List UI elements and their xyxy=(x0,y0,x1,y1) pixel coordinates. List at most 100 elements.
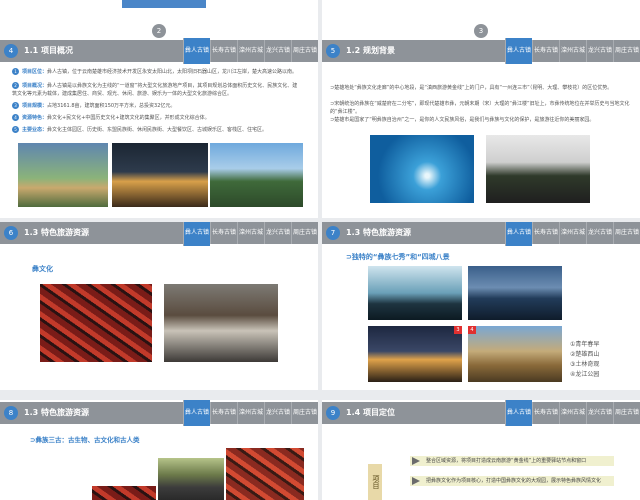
slide-title: 1.3 特色旅游资源 xyxy=(24,408,89,417)
tab-luanzhou[interactable]: 滦州古城 xyxy=(237,40,264,62)
slide-planning-background[interactable]: 3 5 1.2 规划背景 彝人古镇 长寿古镇 滦州古城 龙兴古镇 周庄古镇 ⊃楚… xyxy=(322,0,640,218)
tab-changshou[interactable]: 长寿古镇 xyxy=(210,222,237,244)
weaving-photo xyxy=(40,284,152,362)
slide-project-overview[interactable]: 2 4 1.1 项目概况 彝人古镇 长寿古镇 滦州古城 龙兴古镇 周庄古镇 1项… xyxy=(0,0,318,218)
section-badge: 7 xyxy=(326,226,340,240)
town-photo-night xyxy=(112,143,208,207)
tab-yiren[interactable]: 彝人古镇 xyxy=(183,400,210,426)
item-number: 5 xyxy=(12,126,19,133)
item-label: 项目区位： xyxy=(22,69,48,75)
tab-zhouzhuang[interactable]: 周庄古镇 xyxy=(291,222,318,244)
tab-zhouzhuang[interactable]: 周庄古镇 xyxy=(613,402,640,424)
slide-header: 4 1.1 项目概况 彝人古镇 长寿古镇 滦州古城 龙兴古镇 周庄古镇 xyxy=(0,38,318,64)
tab-changshou[interactable]: 长寿古镇 xyxy=(210,40,237,62)
tab-longxing[interactable]: 龙兴古镇 xyxy=(264,40,291,62)
gorilla-photo xyxy=(158,458,224,500)
overview-item: 4 资源特色：彝文化+民文化+中国历史文化+建筑文化的集聚区，并形成文化综合体。 xyxy=(12,114,302,122)
slide-header: 5 1.2 规划背景 彝人古镇 长寿古镇 滦州古城 龙兴古镇 周庄古镇 xyxy=(322,38,640,64)
tab-longxing[interactable]: 龙兴古镇 xyxy=(586,402,613,424)
item-text: 彝文化+民文化+中国历史文化+建筑文化的集聚区，并形成文化综合体。 xyxy=(47,115,210,121)
tab-zhouzhuang[interactable]: 周庄古镇 xyxy=(613,40,640,62)
positioning-row-text: 整合区域资源，将项目打造成云南旅游“黄金线”上的重要驿站节点和窗口 xyxy=(426,458,587,464)
slide-resources-seven-wonders[interactable]: 7 1.3 特色旅游资源 彝人古镇 长寿古镇 滦州古城 龙兴古镇 周庄古镇 ⊃独… xyxy=(322,222,640,390)
tab-zhouzhuang[interactable]: 周庄古镇 xyxy=(291,402,318,424)
item-number: 4 xyxy=(12,114,19,121)
prev-slide-strip xyxy=(122,0,206,8)
scenic-photo-4 xyxy=(468,326,562,382)
scenic-photo-1 xyxy=(368,266,462,320)
textile-photo xyxy=(92,486,156,500)
scenic-list-item: ①青年春早 xyxy=(570,341,600,348)
positioning-row-text: 把彝族文化作为项目核心，打造中国彝族文化的大观园，展示特色彝族风情文化 xyxy=(426,478,602,484)
background-paragraph: ⊃楚雄市是国家了“明彝族自治州”之一，是你的人文民族风俗，是我们与彝族与文化的保… xyxy=(330,117,595,123)
slide-title: 1.4 项目定位 xyxy=(346,408,395,417)
scenic-list: ①青年春早 ②楚雄西山 ③土林奇观 ④龙江公园 xyxy=(570,340,636,380)
section-subtitle: ⊃彝族三古：古生物、古文化和古人类 xyxy=(30,436,140,444)
positioning-row: 整合区域资源，将项目打造成云南旅游“黄金线”上的重要驿站节点和窗口 xyxy=(410,456,614,466)
speedboat-photo xyxy=(370,135,474,203)
background-paragraph: ⊃楚雄地处“彝族文化走廊”的中心地段，是“滇西旅游黄金线”上的门户，具有“一州连… xyxy=(330,85,613,91)
town-photo-day xyxy=(18,143,108,207)
overview-item: 5 主要业态：彝文化主体园区、历史街、东盟民族街、休闲民族街、大型餐饮区、古城娱乐… xyxy=(12,126,302,134)
tab-yiren[interactable]: 彝人古镇 xyxy=(505,400,532,426)
town-tabs: 彝人古镇 长寿古镇 滦州古城 龙兴古镇 周庄古镇 xyxy=(183,222,318,246)
item-label: 项目概况： xyxy=(22,83,48,89)
page-number: 3 xyxy=(474,24,488,38)
section-badge: 6 xyxy=(4,226,18,240)
item-number: 1 xyxy=(12,68,19,75)
section-badge: 8 xyxy=(4,406,18,420)
item-label: 项目规模： xyxy=(22,103,48,109)
tab-yiren[interactable]: 彝人古镇 xyxy=(505,222,532,246)
background-paragraph: ⊃宋朝统治的彝族在“威楚府在二分宅”，即现代楚雄市彝，元朝末期（宋）大理的“彝江… xyxy=(330,101,630,115)
photo-marker-3: 3 xyxy=(454,326,462,334)
scenic-photo-2 xyxy=(468,266,562,320)
section-subtitle: 彝文化 xyxy=(32,265,53,273)
slide-title: 1.1 项目概况 xyxy=(24,46,73,55)
tab-changshou[interactable]: 长寿古镇 xyxy=(532,222,559,244)
slide-project-positioning[interactable]: 9 1.4 项目定位 彝人古镇 长寿古镇 滦州古城 龙兴古镇 周庄古镇 项目 整… xyxy=(322,400,640,500)
tab-zhouzhuang[interactable]: 周庄古镇 xyxy=(613,222,640,244)
tab-luanzhou[interactable]: 滦州古城 xyxy=(559,40,586,62)
slide-header: 8 1.3 特色旅游资源 彝人古镇 长寿古镇 滦州古城 龙兴古镇 周庄古镇 xyxy=(0,400,318,426)
rooftop-photo xyxy=(486,135,590,203)
tab-longxing[interactable]: 龙兴古镇 xyxy=(264,402,291,424)
chevron-right-icon xyxy=(412,457,420,465)
loom-photo xyxy=(164,284,278,362)
tab-changshou[interactable]: 长寿古镇 xyxy=(210,402,237,424)
slide-resources-three-ancients[interactable]: 8 1.3 特色旅游资源 彝人古镇 长寿古镇 滦州古城 龙兴古镇 周庄古镇 ⊃彝… xyxy=(0,400,318,500)
scenic-list-item: ③土林奇观 xyxy=(570,361,600,368)
overview-item: 2 项目概况：彝人古镇是以彝族文化为主线的“一道窗”将大型文化旅游地产项目，其项目… xyxy=(12,82,302,98)
slide-resources-yi-culture[interactable]: 6 1.3 特色旅游资源 彝人古镇 长寿古镇 滦州古城 龙兴古镇 周庄古镇 彝文… xyxy=(0,222,318,390)
tab-changshou[interactable]: 长寿古镇 xyxy=(532,402,559,424)
section-badge: 5 xyxy=(326,44,340,58)
item-number: 3 xyxy=(12,102,19,109)
town-tabs: 彝人古镇 长寿古镇 滦州古城 龙兴古镇 周庄古镇 xyxy=(183,400,318,426)
item-text: 占地3161.8亩，建筑面积150万平方米，总投资32亿元。 xyxy=(47,103,176,109)
tab-changshou[interactable]: 长寿古镇 xyxy=(532,40,559,62)
section-badge: 9 xyxy=(326,406,340,420)
chevron-right-icon xyxy=(412,477,420,485)
tab-zhouzhuang[interactable]: 周庄古镇 xyxy=(291,40,318,62)
scenic-list-item: ④龙江公园 xyxy=(570,371,600,378)
tab-yiren[interactable]: 彝人古镇 xyxy=(183,38,210,64)
tab-luanzhou[interactable]: 滦州古城 xyxy=(559,222,586,244)
item-text: 彝人古镇，位于云南楚雄市经济技术开发区永安太阳山北，太阳坝旧石器山区，龙川江左岸… xyxy=(47,69,298,75)
embroidery-photo xyxy=(226,448,304,500)
tab-yiren[interactable]: 彝人古镇 xyxy=(505,38,532,64)
tab-longxing[interactable]: 龙兴古镇 xyxy=(586,222,613,244)
scenic-list-item: ②楚雄西山 xyxy=(570,351,600,358)
tab-luanzhou[interactable]: 滦州古城 xyxy=(237,402,264,424)
town-tabs: 彝人古镇 长寿古镇 滦州古城 龙兴古镇 周庄古镇 xyxy=(505,38,640,64)
tab-luanzhou[interactable]: 滦州古城 xyxy=(237,222,264,244)
tab-yiren[interactable]: 彝人古镇 xyxy=(183,222,210,246)
overview-item: 1 项目区位：彝人古镇，位于云南楚雄市经济技术开发区永安太阳山北，太阳坝旧石器山区… xyxy=(12,68,302,76)
town-tabs: 彝人古镇 长寿古镇 滦州古城 龙兴古镇 周庄古镇 xyxy=(505,222,640,246)
slide-header: 9 1.4 项目定位 彝人古镇 长寿古镇 滦州古城 龙兴古镇 周庄古镇 xyxy=(322,400,640,426)
overview-item: 3 项目规模：占地3161.8亩，建筑面积150万平方米，总投资32亿元。 xyxy=(12,102,302,110)
item-number: 2 xyxy=(12,82,19,89)
tab-longxing[interactable]: 龙兴古镇 xyxy=(264,222,291,244)
section-subtitle: ⊃独特的“彝族七秀”和“四城八景 xyxy=(346,253,450,261)
item-label: 资源特色： xyxy=(22,115,48,121)
tab-luanzhou[interactable]: 滦州古城 xyxy=(559,402,586,424)
tab-longxing[interactable]: 龙兴古镇 xyxy=(586,40,613,62)
